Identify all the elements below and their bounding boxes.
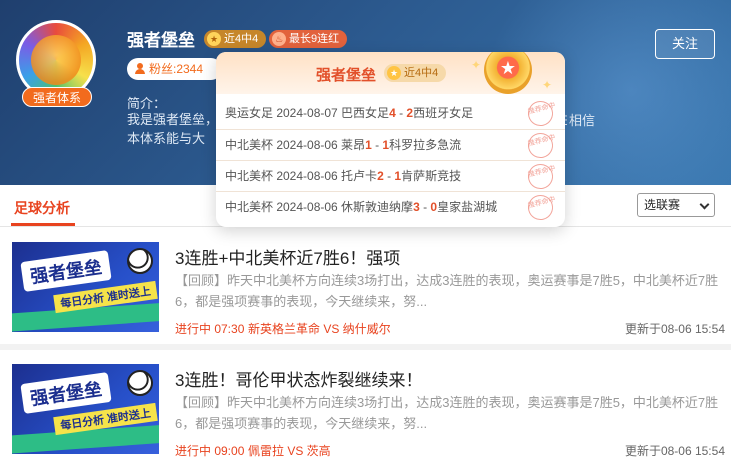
score-dash: - bbox=[395, 106, 407, 120]
article-updated: 更新于08-06 15:54 bbox=[624, 444, 725, 458]
longest-streak-tag: ♨ 最长9连红 bbox=[269, 30, 348, 48]
home-score: 2 bbox=[377, 169, 384, 183]
expert-name: 强者堡垒 bbox=[127, 31, 195, 50]
article-thumbnail[interactable]: 强者堡垒 每日分析 准时送上 bbox=[12, 242, 159, 332]
hit-stamp-icon: 推荐命中 bbox=[525, 192, 556, 223]
away-team: 肯萨斯竞技 bbox=[401, 169, 462, 183]
popup-title: 强者堡垒 bbox=[316, 67, 377, 84]
article-item[interactable]: 强者堡垒 每日分析 准时送上 3连胜+中北美杯近7胜6！强项 【回顾】昨天中北美… bbox=[0, 242, 731, 358]
home-score: 1 bbox=[365, 138, 372, 152]
fans-count: 粉丝:2344 bbox=[127, 58, 222, 80]
divider bbox=[0, 344, 731, 350]
record-text: 奥运女足 2024-08-07 巴西女足 bbox=[225, 106, 390, 120]
home-score: 3 bbox=[413, 200, 420, 214]
match-teams[interactable]: 新英格兰革命 VS 纳什威尔 bbox=[248, 320, 391, 337]
match-status: 进行中 07:30 bbox=[175, 322, 245, 336]
hit-stamp-icon: 推荐命中 bbox=[525, 98, 556, 129]
popup-record-label: 近4中4 bbox=[404, 67, 439, 79]
user-icon bbox=[135, 63, 145, 74]
article-title[interactable]: 3连胜！哥伦甲状态炸裂继续来！ bbox=[175, 366, 422, 391]
popup-record-tag: ★ 近4中4 bbox=[384, 64, 447, 82]
league-select-value: 选联赛 bbox=[644, 198, 681, 212]
star-icon: ★ bbox=[387, 66, 401, 80]
intro-tail: 相信 bbox=[569, 113, 596, 128]
chevron-down-icon bbox=[699, 199, 710, 210]
flame-icon: ♨ bbox=[272, 32, 286, 46]
article-updated: 更新于08-06 15:54 bbox=[624, 322, 725, 336]
near-record-label: 近4中4 bbox=[224, 33, 259, 45]
match-teams[interactable]: 佩雷拉 VS 茨高 bbox=[248, 442, 331, 459]
record-row: 中北美杯 2024-08-06 休斯敦迪纳摩3 - 0皇家盐湖城 推荐命中 bbox=[216, 191, 565, 223]
thumb-title: 强者堡垒 bbox=[20, 372, 112, 414]
soccer-ball-icon bbox=[127, 370, 153, 396]
league-select[interactable]: 选联赛 bbox=[637, 193, 715, 217]
near-record-tag[interactable]: ★ 近4中4 bbox=[204, 30, 267, 48]
article-thumbnail[interactable]: 强者堡垒 每日分析 准时送上 bbox=[12, 364, 159, 454]
article-title[interactable]: 3连胜+中北美杯近7胜6！强项 bbox=[175, 244, 400, 269]
match-status: 进行中 09:00 bbox=[175, 444, 245, 458]
tab-football-analysis[interactable]: 足球分析 bbox=[14, 198, 70, 218]
longest-streak-label: 最长9连红 bbox=[289, 33, 340, 45]
tab-underline bbox=[11, 223, 75, 226]
record-row: 奥运女足 2024-08-07 巴西女足4 - 2西班牙女足 推荐命中 bbox=[216, 98, 565, 129]
sparkle-icon: ✦ bbox=[542, 78, 553, 92]
score-dash: - bbox=[371, 138, 383, 152]
score-dash: - bbox=[419, 200, 431, 214]
article-summary: 【回顾】昨天中北美杯方向连续3场打出，达成3连胜的表现，奥运赛事是7胜5，中北美… bbox=[175, 273, 719, 309]
medal-icon: ★ bbox=[484, 52, 532, 94]
popup-header: 强者堡垒 ★ 近4中4 ★ ✦ ✦ bbox=[216, 52, 565, 94]
hit-stamp-icon: 推荐命中 bbox=[525, 130, 556, 161]
thumb-title: 强者堡垒 bbox=[20, 250, 112, 292]
away-team: 西班牙女足 bbox=[413, 106, 474, 120]
soccer-ball-icon bbox=[127, 248, 153, 274]
sparkle-icon: ✦ bbox=[471, 58, 482, 72]
home-score: 4 bbox=[389, 106, 396, 120]
article-summary: 【回顾】昨天中北美杯方向连续3场打出，达成3连胜的表现，奥运赛事是7胜5，中北美… bbox=[175, 395, 719, 431]
record-list: 奥运女足 2024-08-07 巴西女足4 - 2西班牙女足 推荐命中 中北美杯… bbox=[216, 98, 565, 223]
record-row: 中北美杯 2024-08-06 莱昂1 - 1科罗拉多急流 推荐命中 bbox=[216, 129, 565, 161]
away-team: 科罗拉多急流 bbox=[389, 138, 462, 152]
follow-button[interactable]: 关注 bbox=[655, 29, 715, 59]
score-dash: - bbox=[383, 169, 395, 183]
article-item[interactable]: 强者堡垒 每日分析 准时送上 3连胜！哥伦甲状态炸裂继续来！ 【回顾】昨天中北美… bbox=[0, 364, 731, 463]
record-row: 中北美杯 2024-08-06 托卢卡2 - 1肯萨斯竞技 推荐命中 bbox=[216, 160, 565, 192]
record-text: 中北美杯 2024-08-06 休斯敦迪纳摩 bbox=[225, 200, 414, 214]
star-icon: ★ bbox=[207, 32, 221, 46]
record-text: 中北美杯 2024-08-06 莱昂 bbox=[225, 138, 366, 152]
away-team: 皇家盐湖城 bbox=[437, 200, 498, 214]
record-text: 中北美杯 2024-08-06 托卢卡 bbox=[225, 169, 378, 183]
record-popup: 强者堡垒 ★ 近4中4 ★ ✦ ✦ 奥运女足 2024-08-07 巴西女足4 … bbox=[216, 52, 565, 227]
hit-stamp-icon: 推荐命中 bbox=[525, 161, 556, 192]
fans-label: 粉丝:2344 bbox=[149, 62, 204, 76]
avatar-badge: 强者体系 bbox=[22, 87, 92, 107]
